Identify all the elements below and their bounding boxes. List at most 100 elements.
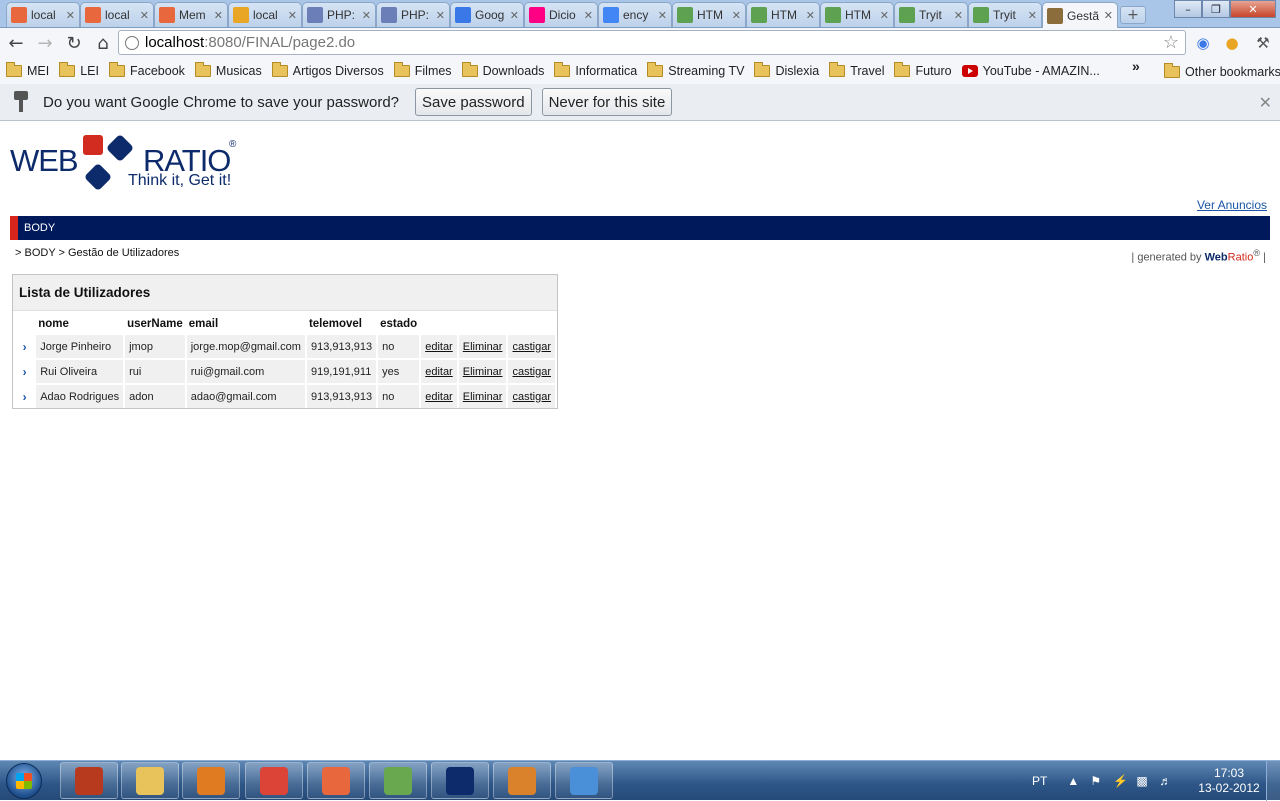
bookmark-folder[interactable]: LEI <box>59 62 99 78</box>
bookmark-folder[interactable]: Downloads <box>461 62 544 78</box>
taskbar-app-button[interactable] <box>307 762 365 799</box>
browser-tab[interactable]: Goog ✕ <box>450 2 524 27</box>
tab-close-icon[interactable]: ✕ <box>584 9 593 22</box>
browser-tab[interactable]: HTM ✕ <box>672 2 746 27</box>
browser-tab[interactable]: PHP: ✕ <box>376 2 450 27</box>
tab-close-icon[interactable]: ✕ <box>658 9 667 22</box>
browser-tab[interactable]: Tryit ✕ <box>968 2 1042 27</box>
taskbar-app-button[interactable] <box>182 762 240 799</box>
nav-item-body[interactable]: BODY <box>24 222 55 234</box>
table-row: › Jorge Pinheiro jmop jorge.mop@gmail.com 91… <box>15 335 555 358</box>
tab-close-icon[interactable]: ✕ <box>66 9 75 22</box>
bookmarks-overflow-chevron[interactable]: » <box>1132 58 1140 74</box>
bookmark-folder[interactable]: Artigos Diversos <box>271 62 384 78</box>
reload-button[interactable]: ↻ <box>61 30 87 56</box>
browser-tab[interactable]: Gestã ✕ <box>1042 2 1118 28</box>
address-bar[interactable]: localhost:8080/FINAL/page2.do ☆ <box>118 30 1186 55</box>
show-desktop-button[interactable] <box>1266 761 1280 801</box>
browser-tab[interactable]: local ✕ <box>228 2 302 27</box>
power-icon[interactable]: ⚡ <box>1113 774 1128 788</box>
language-indicator[interactable]: PT <box>1032 774 1047 788</box>
cell-telemovel: 913,913,913 <box>306 385 377 408</box>
row-select-arrow-icon[interactable]: › <box>15 360 35 383</box>
close-window-button[interactable]: ✕ <box>1230 0 1276 18</box>
bookmark-folder[interactable]: Dislexia <box>754 62 819 78</box>
tab-close-icon[interactable]: ✕ <box>510 9 519 22</box>
wrench-menu-icon[interactable]: ⚒ <box>1252 32 1274 54</box>
save-password-button[interactable]: Save password <box>415 88 532 116</box>
punish-link[interactable]: castigar <box>512 366 551 378</box>
edit-link[interactable]: editar <box>425 391 453 403</box>
extension-globe-icon[interactable]: ◉ <box>1192 32 1214 54</box>
browser-tab[interactable]: HTM ✕ <box>746 2 820 27</box>
folder-icon <box>393 62 410 77</box>
tab-close-icon[interactable]: ✕ <box>806 9 815 22</box>
taskbar-app-button[interactable] <box>493 762 551 799</box>
browser-tab[interactable]: Dicio ✕ <box>524 2 598 27</box>
delete-link[interactable]: Eliminar <box>463 391 503 403</box>
minimize-button[interactable]: – <box>1174 0 1202 18</box>
edit-link[interactable]: editar <box>425 341 453 353</box>
tab-close-icon[interactable]: ✕ <box>954 9 963 22</box>
action-center-flag-icon[interactable]: ⚑ <box>1090 774 1104 788</box>
tab-close-icon[interactable]: ✕ <box>1104 9 1113 22</box>
taskbar-app-button[interactable] <box>245 762 303 799</box>
extension-fox-icon[interactable]: ● <box>1221 32 1243 54</box>
punish-link[interactable]: castigar <box>512 341 551 353</box>
bookmark-youtube[interactable]: YouTube - AMAZIN... <box>961 64 1100 78</box>
tab-close-icon[interactable]: ✕ <box>140 9 149 22</box>
taskbar-app-button[interactable] <box>555 762 613 799</box>
home-button[interactable]: ⌂ <box>90 30 116 56</box>
row-select-arrow-icon[interactable]: › <box>15 335 35 358</box>
bookmark-folder[interactable]: Streaming TV <box>647 62 744 78</box>
tab-close-icon[interactable]: ✕ <box>362 9 371 22</box>
page-info-icon[interactable] <box>125 35 139 50</box>
forward-button[interactable]: → <box>32 30 58 56</box>
edit-link[interactable]: editar <box>425 366 453 378</box>
punish-link[interactable]: castigar <box>512 391 551 403</box>
delete-link[interactable]: Eliminar <box>463 366 503 378</box>
taskbar-app-button[interactable] <box>60 762 118 799</box>
tab-close-icon[interactable]: ✕ <box>1028 9 1037 22</box>
bookmark-folder[interactable]: Facebook <box>109 62 185 78</box>
bookmark-folder[interactable]: Musicas <box>194 62 262 78</box>
folder-icon <box>829 62 846 77</box>
table-row: › Adao Rodrigues adon adao@gmail.com 913,913… <box>15 385 555 408</box>
bookmark-folder[interactable]: Travel <box>829 62 884 78</box>
tab-close-icon[interactable]: ✕ <box>880 9 889 22</box>
tab-close-icon[interactable]: ✕ <box>288 9 297 22</box>
clock[interactable]: 17:03 13-02-2012 <box>1196 766 1262 796</box>
network-icon[interactable]: ▩ <box>1136 774 1150 788</box>
close-infobar-icon[interactable]: ✕ <box>1259 93 1272 113</box>
browser-tab[interactable]: Mem ✕ <box>154 2 228 27</box>
tab-close-icon[interactable]: ✕ <box>214 9 223 22</box>
maximize-button[interactable]: ❐ <box>1202 0 1230 18</box>
taskbar-app-button[interactable] <box>431 762 489 799</box>
bookmark-folder[interactable]: Futuro <box>894 62 952 78</box>
bookmark-folder[interactable]: Informatica <box>554 62 637 78</box>
new-tab-button[interactable]: + <box>1120 6 1146 24</box>
ver-anuncios-link[interactable]: Ver Anuncios <box>1197 198 1267 212</box>
browser-tab[interactable]: HTM ✕ <box>820 2 894 27</box>
browser-tab[interactable]: Tryit ✕ <box>894 2 968 27</box>
taskbar-app-button[interactable] <box>369 762 427 799</box>
start-button[interactable] <box>6 763 42 799</box>
bookmark-folder[interactable]: Filmes <box>393 62 452 78</box>
tab-close-icon[interactable]: ✕ <box>436 9 445 22</box>
bookmark-folder[interactable]: MEI <box>6 62 49 78</box>
column-header-spacer <box>508 313 555 333</box>
taskbar-app-button[interactable] <box>121 762 179 799</box>
browser-tab[interactable]: local ✕ <box>80 2 154 27</box>
browser-tab[interactable]: PHP: ✕ <box>302 2 376 27</box>
other-bookmarks[interactable]: Other bookmarks <box>1164 63 1280 79</box>
bookmark-star-icon[interactable]: ☆ <box>1163 32 1179 53</box>
tab-close-icon[interactable]: ✕ <box>732 9 741 22</box>
never-for-site-button[interactable]: Never for this site <box>541 88 673 116</box>
browser-tab[interactable]: ency ✕ <box>598 2 672 27</box>
row-select-arrow-icon[interactable]: › <box>15 385 35 408</box>
show-hidden-icons-icon[interactable]: ▲ <box>1067 774 1081 788</box>
browser-tab[interactable]: local ✕ <box>6 2 80 27</box>
delete-link[interactable]: Eliminar <box>463 341 503 353</box>
volume-icon[interactable]: ♬ <box>1159 774 1173 788</box>
back-button[interactable]: ← <box>3 30 29 56</box>
